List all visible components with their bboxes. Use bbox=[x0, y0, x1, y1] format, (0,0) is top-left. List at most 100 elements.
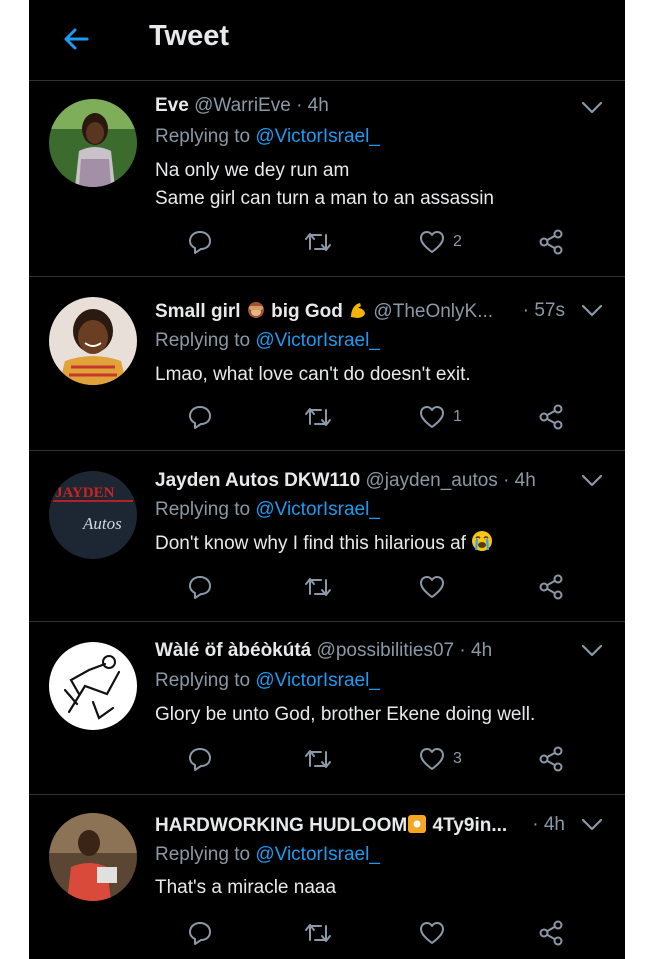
tweet-header: Jayden Autos DKW110 @jayden_autos · 4h bbox=[155, 470, 565, 492]
retweet-icon bbox=[305, 750, 331, 768]
reply-tweet[interactable]: HARDWORKING HUDLOOM 4Ty9in... · 4h Reply… bbox=[29, 795, 625, 959]
see-no-evil-monkey-icon bbox=[247, 302, 264, 318]
display-name[interactable]: HARDWORKING HUDLOOM bbox=[155, 815, 427, 836]
share-icon bbox=[539, 920, 563, 946]
user-handle[interactable]: @TheOnlyK... bbox=[373, 301, 493, 322]
mention-link[interactable]: @VictorIsrael_ bbox=[255, 126, 380, 147]
share-button[interactable] bbox=[537, 744, 565, 774]
heart-icon bbox=[420, 922, 444, 944]
mention-link[interactable]: @VictorIsrael_ bbox=[255, 330, 380, 351]
reply-button[interactable] bbox=[187, 227, 213, 257]
user-handle[interactable]: 4Ty9in... bbox=[433, 815, 508, 836]
like-button[interactable] bbox=[419, 572, 445, 602]
reply-button[interactable] bbox=[187, 918, 213, 948]
chevron-down-icon[interactable] bbox=[581, 304, 603, 318]
avatar[interactable] bbox=[49, 642, 137, 730]
retweet-icon bbox=[305, 924, 331, 942]
action-bar: 3 bbox=[155, 744, 575, 774]
like-button[interactable] bbox=[419, 918, 445, 948]
tweet-text-span: Don't know why I find this hilarious af bbox=[155, 533, 466, 554]
chevron-down-icon[interactable] bbox=[581, 101, 603, 115]
replying-to: Replying to @VictorIsrael_ bbox=[155, 670, 380, 692]
page-title: Tweet bbox=[149, 20, 230, 52]
share-icon bbox=[539, 229, 563, 255]
orange-square-icon bbox=[408, 815, 427, 833]
user-handle[interactable]: @WarriEve bbox=[194, 95, 291, 116]
heart-icon bbox=[420, 748, 444, 770]
chevron-down-icon[interactable] bbox=[581, 474, 603, 488]
avatar[interactable]: JAYDEN Autos bbox=[49, 471, 137, 559]
tweet-text: Glory be unto God, brother Ekene doing w… bbox=[155, 701, 585, 729]
heart-icon bbox=[420, 406, 444, 428]
display-name[interactable]: Small girl big God bbox=[155, 301, 368, 322]
timestamp: · 4h bbox=[459, 640, 493, 661]
like-button[interactable]: 2 bbox=[419, 227, 462, 257]
retweet-button[interactable] bbox=[303, 918, 333, 948]
display-name-part: big God bbox=[271, 301, 343, 322]
replying-to: Replying to @VictorIsrael_ bbox=[155, 844, 380, 866]
replying-to-label: Replying to bbox=[155, 844, 251, 865]
mention-link[interactable]: @VictorIsrael_ bbox=[255, 844, 380, 865]
share-icon bbox=[539, 404, 563, 430]
retweet-button[interactable] bbox=[303, 227, 333, 257]
reply-button[interactable] bbox=[187, 572, 213, 602]
user-handle[interactable]: @jayden_autos bbox=[365, 470, 497, 491]
display-name-part: Small girl bbox=[155, 301, 241, 322]
display-name[interactable]: Jayden Autos DKW110 bbox=[155, 470, 360, 491]
avatar[interactable] bbox=[49, 99, 137, 187]
avatar-logo-text: Autos bbox=[82, 514, 122, 533]
tweet-header: Wàlé öf àbéòkútá @possibilities07 · 4h bbox=[155, 640, 565, 662]
tweet-text-line: Don't know why I find this hilarious af bbox=[155, 530, 585, 558]
like-button[interactable]: 3 bbox=[419, 744, 462, 774]
avatar[interactable] bbox=[49, 813, 137, 901]
reply-tweet[interactable]: Wàlé öf àbéòkútá @possibilities07 · 4h R… bbox=[29, 622, 625, 795]
display-name[interactable]: Wàlé öf àbéòkútá bbox=[155, 640, 311, 661]
share-button[interactable] bbox=[537, 402, 565, 432]
tweet-header: Small girl big God @TheOnlyK... bbox=[155, 300, 510, 323]
share-icon bbox=[539, 746, 563, 772]
replying-to: Replying to @VictorIsrael_ bbox=[155, 499, 380, 521]
chevron-down-icon[interactable] bbox=[581, 644, 603, 658]
like-button[interactable]: 1 bbox=[419, 402, 462, 432]
reply-tweet[interactable]: Small girl big God @TheOnlyK... · 57s Re… bbox=[29, 277, 625, 451]
share-button[interactable] bbox=[537, 918, 565, 948]
chevron-down-icon[interactable] bbox=[581, 818, 603, 832]
avatar[interactable] bbox=[49, 297, 137, 385]
timestamp: · 57s bbox=[522, 300, 565, 321]
tweet-text: That's a miracle naaa bbox=[155, 874, 585, 902]
tweet-header: Eve @WarriEve · 4h bbox=[155, 95, 565, 117]
share-button[interactable] bbox=[537, 572, 565, 602]
heart-icon bbox=[420, 231, 444, 253]
tweet-text: Na only we dey run am Same girl can turn… bbox=[155, 157, 585, 213]
retweet-icon bbox=[305, 233, 331, 251]
reply-tweet[interactable]: JAYDEN Autos Jayden Autos DKW110 @jayden… bbox=[29, 451, 625, 622]
comment-icon bbox=[189, 576, 211, 599]
replying-to-label: Replying to bbox=[155, 330, 251, 351]
retweet-button[interactable] bbox=[303, 744, 333, 774]
share-icon bbox=[539, 574, 563, 600]
action-bar: 1 bbox=[155, 402, 575, 432]
user-handle[interactable]: @possibilities07 bbox=[317, 640, 455, 661]
reply-button[interactable] bbox=[187, 744, 213, 774]
tweet-text-line: Glory be unto God, brother Ekene doing w… bbox=[155, 704, 536, 725]
tweet-text-line: Same girl can turn a man to an assassin bbox=[155, 188, 495, 209]
retweet-button[interactable] bbox=[303, 572, 333, 602]
tweet-header: HARDWORKING HUDLOOM 4Ty9in... bbox=[155, 814, 525, 837]
tweet-text-line: Na only we dey run am bbox=[155, 160, 350, 181]
like-count: 1 bbox=[453, 408, 462, 425]
tweet-replies-screen: Tweet Eve @WarriEve · 4h Replying to @Vi… bbox=[29, 0, 625, 959]
retweet-button[interactable] bbox=[303, 402, 333, 432]
share-button[interactable] bbox=[537, 227, 565, 257]
arrow-left-icon[interactable] bbox=[61, 24, 91, 54]
mention-link[interactable]: @VictorIsrael_ bbox=[255, 670, 380, 691]
replying-to: Replying to @VictorIsrael_ bbox=[155, 330, 380, 352]
retweet-icon bbox=[305, 578, 331, 596]
replying-to: Replying to @VictorIsrael_ bbox=[155, 126, 380, 148]
reply-tweet[interactable]: Eve @WarriEve · 4h Replying to @VictorIs… bbox=[29, 81, 625, 277]
retweet-icon bbox=[305, 408, 331, 426]
loudly-crying-face-icon bbox=[472, 531, 493, 551]
reply-button[interactable] bbox=[187, 402, 213, 432]
display-name[interactable]: Eve bbox=[155, 95, 189, 116]
mention-link[interactable]: @VictorIsrael_ bbox=[255, 499, 380, 520]
timestamp: · 4h bbox=[532, 814, 565, 835]
